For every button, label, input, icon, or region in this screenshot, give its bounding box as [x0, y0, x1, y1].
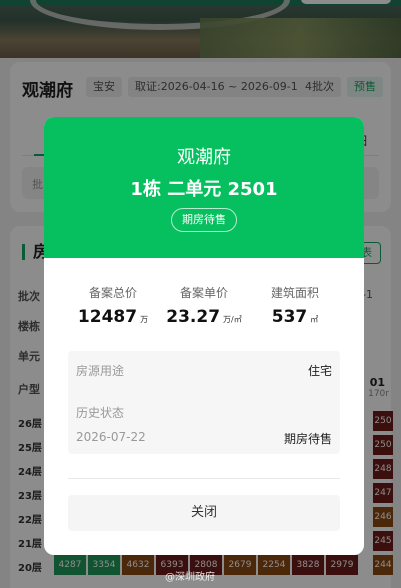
history-date: 2026-07-22: [76, 430, 146, 444]
usage-label: 房源用途: [76, 364, 125, 378]
detail-info-box: 房源用途 住宅 历史状态 2026-07-22 期房待售: [68, 351, 340, 454]
history-status: 期房待售: [283, 432, 332, 446]
watermark: @深圳政府: [165, 572, 215, 583]
modal-status-badge: 期房待售: [171, 208, 237, 232]
modal-project-name: 观潮府: [177, 147, 231, 168]
stat-value-unit-price: 23.27 万/㎡: [166, 307, 242, 327]
history-label: 历史状态: [76, 406, 125, 420]
stat-label-total-price: 备案总价: [88, 286, 137, 300]
usage-value: 住宅: [307, 364, 332, 378]
modal-unit-number: 1栋 二单元 2501: [130, 179, 278, 200]
stat-value-area: 537 ㎡: [271, 307, 319, 327]
modal-header: 观潮府 1栋 二单元 2501 期房待售: [44, 117, 364, 258]
stat-label-unit-price: 备案单价: [179, 286, 228, 300]
unit-detail-modal: 观潮府 1栋 二单元 2501 期房待售 备案总价 备案单价 建筑面积 1248…: [44, 117, 364, 555]
stat-label-area: 建筑面积: [270, 286, 319, 300]
stat-value-total-price: 12487 万: [77, 307, 149, 327]
close-button[interactable]: 关闭: [68, 495, 340, 531]
modal-divider: [68, 478, 340, 479]
